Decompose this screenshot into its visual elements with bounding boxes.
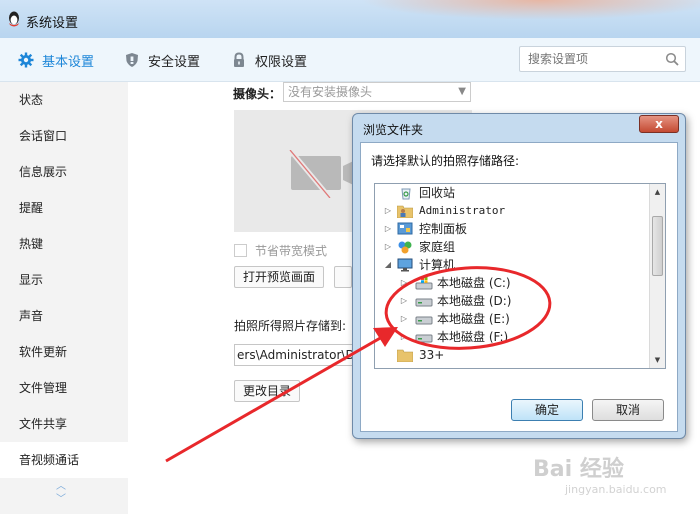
annotation-arrowhead — [373, 327, 398, 347]
baidu-watermark-url: jingyan.baidu.com — [565, 483, 667, 496]
annotation-ellipse — [384, 266, 552, 350]
baidu-watermark-logo: Bai 经验 — [533, 457, 624, 482]
annotation-arrow-line — [165, 335, 383, 463]
annotation-overlay — [165, 266, 552, 463]
